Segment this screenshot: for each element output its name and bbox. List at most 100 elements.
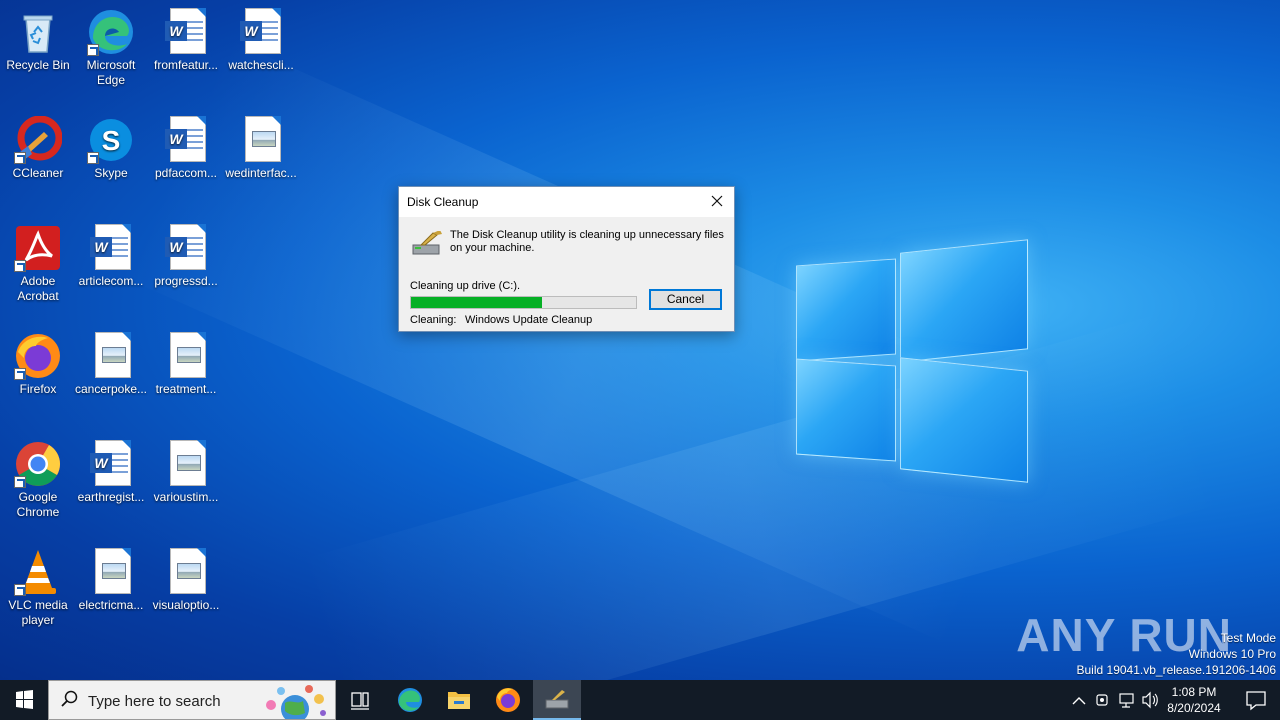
volume-icon[interactable] [1142, 691, 1158, 709]
adobe-acrobat-icon [14, 224, 62, 272]
taskbar: Type here to search 1:08 PM 8/20/2024 [0, 680, 1280, 720]
icon-label: VLC media player [8, 598, 68, 627]
icon-label: earthregist... [77, 490, 145, 504]
chevron-up-icon[interactable] [1072, 697, 1086, 705]
system-tray [1066, 680, 1160, 720]
icon-label: fromfeatur... [153, 58, 219, 72]
word-document-icon: W [87, 440, 135, 488]
file-explorer-icon [448, 692, 470, 709]
desktop-icon-articlecom[interactable]: W articlecom... [73, 224, 149, 289]
windows-logo-wallpaper [796, 239, 1028, 483]
desktop-icon-earthregist[interactable]: W earthregist... [73, 440, 149, 505]
progress-fill [411, 297, 542, 308]
image-file-icon [162, 440, 210, 488]
meet-now-icon[interactable] [1096, 694, 1108, 706]
desktop-icon-recycle-bin[interactable]: Recycle Bin [0, 8, 76, 73]
close-button[interactable] [700, 187, 734, 217]
desktop-icon-adobe-acrobat[interactable]: Adobe Acrobat [0, 224, 76, 304]
icon-label: cancerpoke... [74, 382, 148, 396]
test-mode-label: Test Mode [1220, 631, 1276, 645]
task-view-icon [351, 692, 369, 710]
disk-cleanup-icon [411, 230, 443, 257]
cancel-button[interactable]: Cancel [649, 289, 722, 310]
desktop-icon-varioustim[interactable]: varioustim... [148, 440, 224, 505]
windows-start-icon [16, 690, 33, 709]
desktop-icon-pdfaccom[interactable]: W pdfaccom... [148, 116, 224, 181]
notification-icon [1246, 691, 1266, 711]
desktop: Recycle Bin CCleaner Adobe Acrobat Firef… [0, 0, 1280, 680]
os-edition-label: Windows 10 Pro [1188, 647, 1276, 661]
desktop-icon-visualoptio[interactable]: visualoptio... [148, 548, 224, 613]
edge-icon [398, 688, 422, 712]
system-info: Test Mode Windows 10 Pro Build 19041.vb_… [1077, 630, 1277, 678]
desktop-icon-ccleaner[interactable]: CCleaner [0, 115, 76, 181]
disk-cleanup-icon [545, 690, 569, 709]
search-placeholder: Type here to search [88, 693, 221, 710]
image-file-icon [87, 548, 135, 596]
dialog-titlebar[interactable]: Disk Cleanup [399, 187, 734, 217]
task-view-button[interactable] [336, 680, 384, 720]
word-document-icon: W [87, 224, 135, 272]
network-icon[interactable] [1119, 693, 1134, 708]
progress-bar [410, 296, 637, 309]
image-file-icon [237, 116, 285, 164]
desktop-icon-treatment[interactable]: treatment... [148, 332, 224, 397]
disk-cleanup-dialog: Disk Cleanup The Disk Cleanup utility is… [398, 186, 735, 332]
icon-label: Recycle Bin [6, 58, 70, 72]
desktop-icon-cancerpoke[interactable]: cancerpoke... [73, 332, 149, 397]
skype-icon: S [87, 116, 135, 164]
close-icon [711, 195, 723, 207]
firefox-icon [14, 332, 62, 380]
search-icon [61, 690, 79, 713]
icon-label: Firefox [19, 382, 57, 396]
desktop-icon-vlc[interactable]: VLC media player [0, 548, 76, 628]
desktop-icon-progressd[interactable]: W progressd... [148, 224, 224, 289]
cleaning-label: Cleaning: [410, 314, 457, 326]
clock-date: 8/20/2024 [1167, 701, 1221, 715]
taskbar-firefox-button[interactable] [484, 680, 532, 720]
dialog-title: Disk Cleanup [407, 195, 479, 209]
clock[interactable]: 1:08 PM 8/20/2024 [1160, 684, 1228, 716]
taskbar-disk-cleanup-button[interactable] [533, 680, 581, 720]
word-document-icon: W [237, 8, 285, 56]
icon-label: articlecom... [78, 274, 144, 288]
icon-label: electricma... [78, 598, 144, 612]
image-file-icon [162, 548, 210, 596]
search-box[interactable]: Type here to search [48, 680, 336, 720]
icon-label: visualoptio... [152, 598, 220, 612]
icon-label: pdfaccom... [154, 166, 218, 180]
ccleaner-icon [14, 115, 63, 164]
icon-label: progressd... [154, 274, 218, 288]
svg-text:S: S [102, 125, 121, 156]
clock-time: 1:08 PM [1171, 685, 1217, 699]
desktop-icon-watchescli[interactable]: W watchescli... [223, 8, 299, 73]
desktop-icon-electricma[interactable]: electricma... [73, 548, 149, 613]
taskbar-edge-button[interactable] [386, 680, 434, 720]
desktop-icon-microsoft-edge[interactable]: Microsoft Edge [73, 8, 149, 88]
vlc-cone-icon [14, 548, 62, 596]
google-chrome-icon [14, 440, 62, 488]
taskbar-file-explorer-button[interactable] [435, 680, 483, 720]
word-document-icon: W [162, 116, 210, 164]
firefox-icon [496, 688, 520, 712]
image-file-icon [162, 332, 210, 380]
word-document-icon: W [162, 224, 210, 272]
drive-label: Cleaning up drive (C:). [410, 280, 521, 292]
action-center-button[interactable] [1232, 680, 1280, 720]
icon-label: CCleaner [12, 166, 64, 180]
desktop-icon-fromfeatur[interactable]: W fromfeatur... [148, 8, 224, 73]
desktop-icon-firefox[interactable]: Firefox [0, 332, 76, 397]
icon-label: Google Chrome [16, 490, 60, 519]
build-label: Build 19041.vb_release.191206-1406 [1076, 663, 1277, 677]
icon-label: wedinterfac... [225, 166, 297, 180]
icon-label: Adobe Acrobat [17, 274, 59, 303]
recycle-bin-icon [14, 8, 62, 56]
start-button[interactable] [0, 680, 48, 720]
search-highlight-illustration [257, 683, 331, 720]
desktop-icon-skype[interactable]: S Skype [73, 116, 149, 181]
dialog-message: The Disk Cleanup utility is cleaning up … [450, 229, 724, 254]
icon-label: Skype [94, 166, 128, 180]
icon-label: Microsoft Edge [86, 58, 136, 87]
desktop-icon-wedinterfac[interactable]: wedinterfac... [223, 116, 299, 181]
desktop-icon-google-chrome[interactable]: Google Chrome [0, 440, 76, 520]
